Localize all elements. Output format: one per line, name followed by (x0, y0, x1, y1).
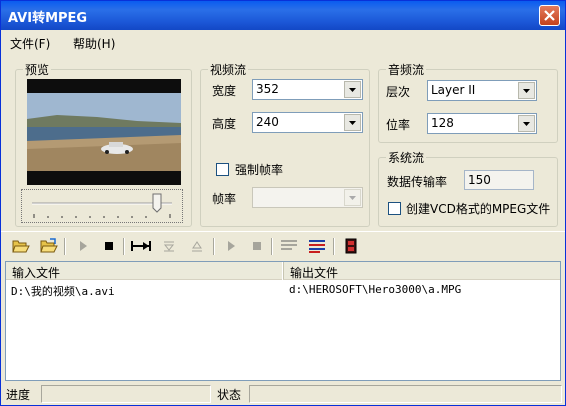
column-header-output[interactable]: 输出文件 (283, 262, 560, 280)
status-pane (249, 385, 562, 403)
layer-value: Layer II (431, 83, 476, 97)
main-window: AVI转MPEG 文件(F) 帮助(H) 预览 视频流 宽度 352 高度 24… (0, 0, 566, 406)
batch-button[interactable] (307, 236, 327, 256)
close-button[interactable] (539, 5, 560, 26)
open-file-icon (40, 238, 58, 253)
width-combo[interactable]: 352 (252, 79, 363, 100)
slider-track (32, 193, 172, 218)
force-fps-checkbox[interactable] (216, 163, 229, 176)
menu-help[interactable]: 帮助(H) (73, 35, 115, 52)
chevron-down-icon (349, 87, 356, 92)
range-icon (131, 241, 151, 251)
toolbar (1, 231, 565, 259)
toolbar-separator (213, 238, 215, 255)
height-combo[interactable]: 240 (252, 112, 363, 133)
properties-button[interactable] (279, 236, 299, 256)
data-rate-field[interactable]: 150 (464, 170, 534, 190)
toolbar-separator (123, 238, 125, 255)
layer-combo[interactable]: Layer II (427, 80, 537, 101)
progress-pane (41, 385, 211, 403)
width-value: 352 (256, 82, 279, 96)
batch-icon (309, 240, 325, 253)
height-label: 高度 (212, 117, 237, 131)
layer-dropdown-button[interactable] (518, 82, 535, 99)
bitrate-value: 128 (431, 116, 454, 130)
status-label: 状态 (217, 388, 242, 402)
move-down-icon (163, 241, 175, 252)
force-fps-label[interactable]: 强制帧率 (235, 161, 283, 178)
video-preview (27, 79, 181, 185)
position-slider[interactable] (21, 189, 183, 223)
close-icon (544, 10, 555, 21)
fps-label: 帧率 (212, 192, 237, 206)
play-icon (80, 241, 87, 251)
start-button[interactable] (221, 236, 241, 256)
play-button[interactable] (73, 236, 93, 256)
column-header-output-label: 输出文件 (290, 266, 339, 280)
slider-thumb (152, 193, 162, 213)
toolbar-separator (64, 238, 66, 255)
video-frame-image (27, 79, 181, 185)
height-value: 240 (256, 115, 279, 129)
chevron-down-icon (523, 88, 530, 93)
film-icon (345, 238, 357, 254)
chevron-down-icon (523, 121, 530, 126)
bitrate-label: 位率 (386, 118, 411, 132)
data-rate-value: 150 (468, 173, 491, 187)
video-stream-legend: 视频流 (208, 61, 249, 78)
set-range-button[interactable] (131, 236, 151, 256)
move-down-button[interactable] (159, 236, 179, 256)
title-bar[interactable]: AVI转MPEG (1, 1, 565, 30)
toolbar-separator (333, 238, 335, 255)
audio-stream-legend: 音频流 (386, 61, 427, 78)
stop-button[interactable] (99, 236, 119, 256)
abort-icon (253, 242, 261, 250)
column-header-input[interactable]: 输入文件 (6, 262, 282, 280)
abort-button[interactable] (247, 236, 267, 256)
preview-legend: 预览 (23, 61, 52, 78)
bitrate-combo[interactable]: 128 (427, 113, 537, 134)
open-folder-button[interactable] (11, 236, 31, 256)
bitrate-dropdown-button[interactable] (518, 115, 535, 132)
start-icon (228, 241, 235, 251)
layer-label: 层次 (386, 85, 411, 99)
file-list[interactable]: 输入文件 输出文件 D:\我的视频\a.avi d:\HEROSOFT\Hero… (5, 261, 561, 381)
progress-label: 进度 (6, 388, 31, 402)
vcd-format-checkbox[interactable] (388, 202, 401, 215)
data-rate-label: 数据传输率 (387, 175, 448, 189)
window-title: AVI转MPEG (8, 11, 88, 26)
input-file-cell: D:\我的视频\a.avi (11, 285, 115, 298)
menu-bar: 文件(F) 帮助(H) (1, 31, 565, 53)
properties-icon (281, 240, 297, 250)
move-up-icon (192, 241, 202, 252)
vcd-format-label[interactable]: 创建VCD格式的MPEG文件 (406, 200, 550, 217)
system-stream-legend: 系统流 (386, 149, 427, 166)
width-dropdown-button[interactable] (344, 81, 361, 98)
stop-icon (105, 242, 113, 250)
open-file-button[interactable] (39, 236, 59, 256)
width-label: 宽度 (212, 84, 237, 98)
status-bar: 进度 状态 (1, 383, 565, 405)
move-up-button[interactable] (187, 236, 207, 256)
chevron-down-icon (349, 195, 356, 200)
chevron-down-icon (349, 120, 356, 125)
output-file-cell: d:\HEROSOFT\Hero3000\a.MPG (289, 283, 462, 296)
toolbar-separator (271, 238, 273, 255)
column-header-input-label: 输入文件 (12, 266, 61, 280)
open-folder-icon (12, 240, 30, 253)
height-dropdown-button[interactable] (344, 114, 361, 131)
fps-combo[interactable] (252, 187, 363, 208)
menu-file[interactable]: 文件(F) (10, 35, 50, 52)
fps-dropdown-button[interactable] (344, 189, 361, 206)
film-button[interactable] (341, 236, 361, 256)
